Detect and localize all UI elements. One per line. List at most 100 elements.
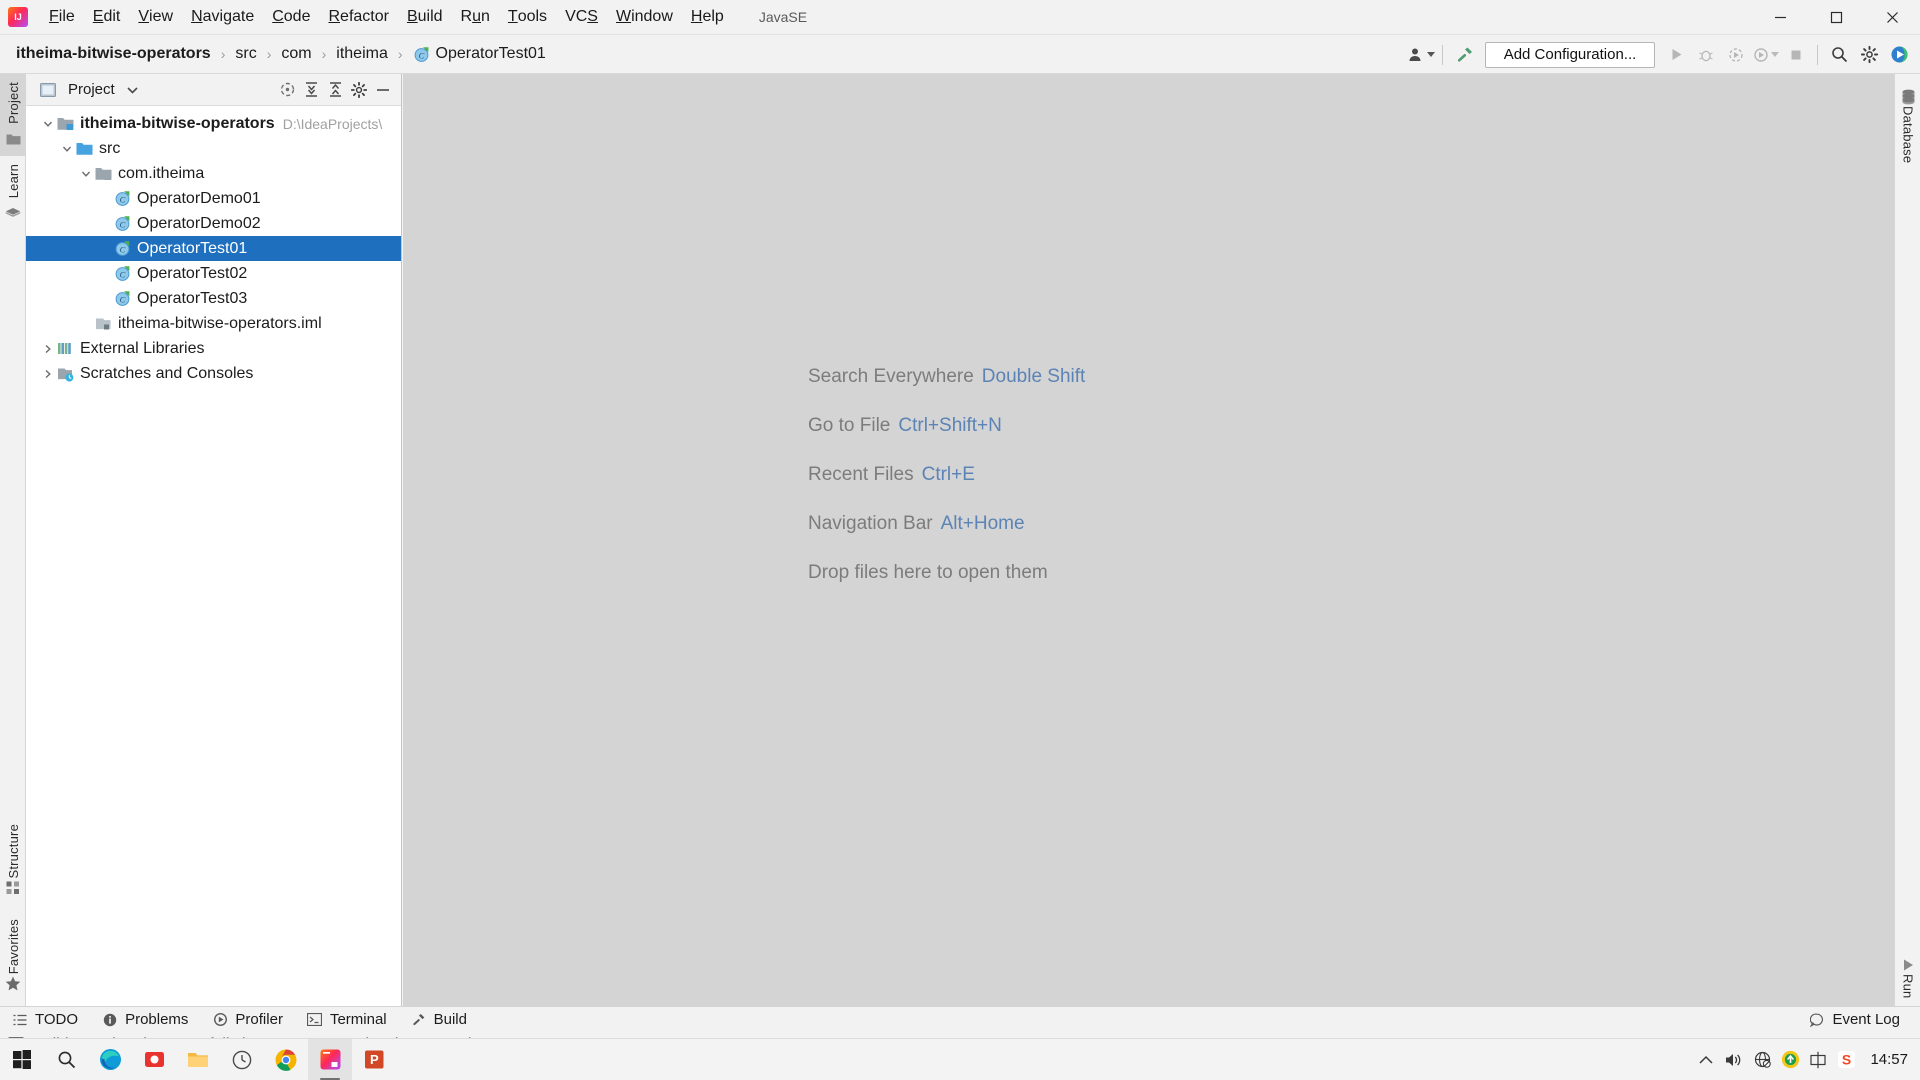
sidebar-item-favorites[interactable]: Favorites [0,911,26,1006]
menu-item-run[interactable]: Run [452,0,499,34]
intellij-idea-icon[interactable] [308,1038,352,1080]
menu-item-edit[interactable]: Edit [84,0,130,34]
sidebar-item-database[interactable]: Database [1895,74,1920,171]
maximize-button[interactable] [1808,0,1864,35]
breadcrumb-item-operatortest01[interactable]: C OperatorTest01 [409,43,550,65]
tree-node-com-itheima[interactable]: com.itheima [26,161,401,186]
recorder-app-icon[interactable] [132,1039,176,1080]
sogou-input-icon[interactable]: S [1832,1039,1860,1080]
event-log-button[interactable]: Event Log [1797,1007,1912,1033]
menu-item-window[interactable]: Window [607,0,682,34]
taskbar-clock[interactable]: 14:57 [1870,1051,1908,1068]
tree-node-src[interactable]: src [26,136,401,161]
tree-node-operatortest01[interactable]: C OperatorTest01 [26,236,401,261]
profile-icon[interactable] [1751,40,1781,70]
tool-window-terminal[interactable]: Terminal [295,1007,399,1033]
breadcrumb-label: com [281,45,312,62]
gear-icon[interactable] [1854,40,1884,70]
chevron-right-icon[interactable] [40,344,56,354]
hide-panel-icon[interactable] [371,78,395,102]
powerpoint-icon[interactable]: P [352,1039,396,1080]
menu-item-vcs[interactable]: VC S [556,0,607,34]
chevron-down-icon[interactable] [40,119,56,129]
tool-window-profiler[interactable]: Profiler [200,1007,295,1033]
chevron-down-icon [1771,52,1779,57]
expand-all-icon[interactable] [299,78,323,102]
debug-icon[interactable] [1691,40,1721,70]
start-windows-icon[interactable] [0,1039,44,1080]
menu-item-navigate[interactable]: Navigate [182,0,263,34]
breadcrumb-item-itheima-bitwise-operators[interactable]: itheima-bitwise-operators [12,43,215,65]
editor-empty-area[interactable]: Search Everywhere Double Shift Go to File C… [403,74,1894,1006]
search-icon[interactable] [44,1039,88,1080]
show-hidden-icons-chevron-icon[interactable] [1692,1039,1720,1080]
chevron-down-icon[interactable] [121,78,145,102]
network-disconnected-icon[interactable] [1748,1039,1776,1080]
tree-node-operatordemo02[interactable]: C OperatorDemo02 [26,211,401,236]
tool-window-todo[interactable]: TODO [0,1007,90,1033]
update-shield-icon[interactable] [1776,1039,1804,1080]
close-button[interactable] [1864,0,1920,35]
sidebar-item-project[interactable]: Project [0,74,26,156]
user-account-icon[interactable] [1406,40,1436,70]
sidebar-item-learn[interactable]: Learn [0,156,26,230]
run-with-coverage-icon[interactable] [1721,40,1751,70]
clock-app-icon[interactable] [220,1039,264,1080]
chevron-down-icon[interactable] [59,144,75,154]
editor-hint: Search Everywhere Double Shift [403,352,1894,401]
project-tree[interactable]: itheima-bitwise-operators D:\IdeaProjects… [26,106,401,1006]
svg-text:C: C [119,194,125,204]
run-icon[interactable] [1661,40,1691,70]
sidebar-item-run[interactable]: Run [1895,942,1920,1006]
menu-item-view[interactable]: View [129,0,182,34]
tree-node-label: OperatorTest01 [137,239,248,257]
tool-window-label: Terminal [329,1011,387,1028]
tool-window-label: Problems [125,1011,189,1028]
add-configuration-button[interactable]: Add Configuration... [1485,41,1655,68]
windows-taskbar: P S 14:57 [0,1038,1920,1080]
breadcrumb-item-com[interactable]: com [277,43,315,65]
tree-node-itheima-bitwise-operators-iml[interactable]: itheima-bitwise-operators.iml [26,311,401,336]
google-chrome-icon[interactable] [264,1039,308,1080]
breadcrumb-item-itheima[interactable]: itheima [332,43,392,65]
tree-node-operatortest02[interactable]: C OperatorTest02 [26,261,401,286]
stop-icon[interactable] [1781,40,1811,70]
menu-item-tools[interactable]: Tools [499,0,556,34]
breadcrumb-label: itheima-bitwise-operators [16,45,211,62]
tool-window-label: Profiler [235,1011,283,1028]
intellij-idea-logo-icon [8,7,28,27]
minimize-button[interactable] [1752,0,1808,35]
editor-hint-shortcut: Alt+Home [940,512,1025,534]
file-explorer-icon[interactable] [176,1039,220,1080]
tool-window-build[interactable]: Build [399,1007,479,1033]
search-icon[interactable] [1824,40,1854,70]
hammer-build-icon[interactable] [1449,40,1479,70]
chevron-right-icon[interactable] [40,369,56,379]
panel-settings-icon[interactable] [347,78,371,102]
tree-node-operatordemo01[interactable]: C OperatorDemo01 [26,186,401,211]
window-controls [1752,0,1920,35]
tree-node-scratches-and-consoles[interactable]: Scratches and Consoles [26,361,401,386]
select-opened-file-icon[interactable] [275,78,299,102]
ime-chinese-icon[interactable] [1804,1039,1832,1080]
bottom-bar-right: Event Log [1797,1007,1920,1033]
menu-item-build[interactable]: Build [398,0,452,34]
menu-item-help[interactable]: Help [682,0,733,34]
tool-window-problems[interactable]: Problems [90,1007,200,1033]
tree-node-label: OperatorTest02 [137,264,248,282]
chevron-down-icon[interactable] [78,169,94,179]
menu-item-code[interactable]: Code [263,0,319,34]
tree-node-itheima-bitwise-operators[interactable]: itheima-bitwise-operators D:\IdeaProjects… [26,111,401,136]
menu-item-file[interactable]: File [40,0,84,34]
microsoft-edge-icon[interactable] [88,1039,132,1080]
collapse-all-icon[interactable] [323,78,347,102]
menu-item-refactor[interactable]: Refactor [319,0,397,34]
volume-icon[interactable] [1720,1039,1748,1080]
sidebar-item-structure[interactable]: Structure [0,816,26,911]
tree-node-operatortest03[interactable]: C OperatorTest03 [26,286,401,311]
tree-node-external-libraries[interactable]: External Libraries [26,336,401,361]
ide-badge-icon[interactable] [1884,40,1914,70]
breadcrumb-item-src[interactable]: src [231,43,260,65]
tree-node-label: Scratches and Consoles [80,364,254,382]
toolbar-divider [1442,44,1443,65]
